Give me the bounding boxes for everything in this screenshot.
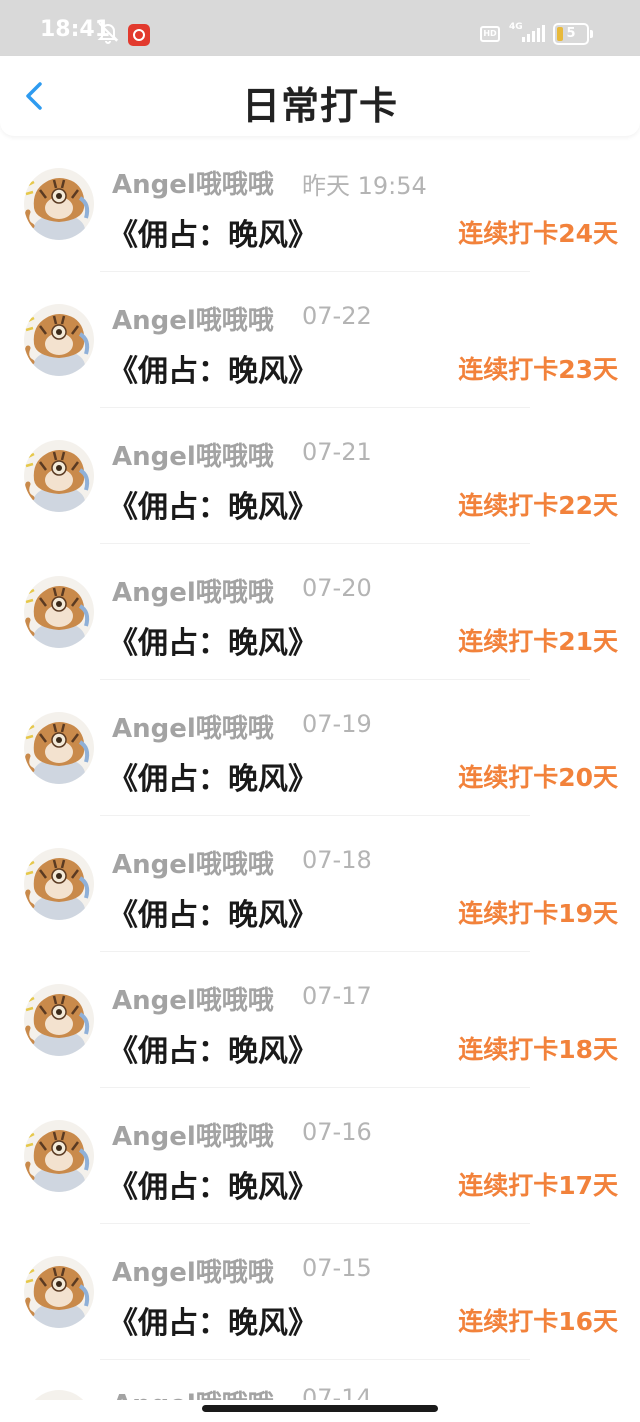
post-date: 07-14 bbox=[302, 1384, 372, 1400]
checkin-title: 《佣占：晚风》 bbox=[108, 1306, 318, 1341]
user-name[interactable]: Angel哦哦哦 bbox=[112, 300, 274, 337]
list-item[interactable]: Angel哦哦哦 07-17 《佣占：晚风》 连续打卡18天 bbox=[0, 952, 640, 1088]
streak-label: 连续打卡19天 bbox=[458, 899, 618, 928]
list-item[interactable]: Angel哦哦哦 07-16 《佣占：晚风》 连续打卡17天 bbox=[0, 1088, 640, 1224]
avatar[interactable] bbox=[24, 712, 94, 784]
post-date: 07-16 bbox=[302, 1118, 372, 1146]
post-date: 07-18 bbox=[302, 846, 372, 874]
avatar[interactable] bbox=[24, 984, 94, 1056]
post-date: 昨天 19:54 bbox=[302, 172, 427, 200]
user-name[interactable]: Angel哦哦哦 bbox=[112, 436, 274, 473]
checkin-title: 《佣占：晚风》 bbox=[108, 898, 318, 933]
list-item[interactable]: Angel哦哦哦 07-18 《佣占：晚风》 连续打卡19天 bbox=[0, 816, 640, 952]
user-name[interactable]: Angel哦哦哦 bbox=[112, 1252, 274, 1289]
user-name[interactable]: Angel哦哦哦 bbox=[112, 1116, 274, 1153]
list-item[interactable]: Angel哦哦哦 07-22 《佣占：晚风》 连续打卡23天 bbox=[0, 272, 640, 408]
user-name[interactable]: Angel哦哦哦 bbox=[112, 708, 274, 745]
post-date: 07-15 bbox=[302, 1254, 372, 1282]
avatar[interactable] bbox=[24, 304, 94, 376]
list-item[interactable]: Angel哦哦哦 07-19 《佣占：晚风》 连续打卡20天 bbox=[0, 680, 640, 816]
avatar[interactable] bbox=[24, 1256, 94, 1328]
avatar[interactable] bbox=[24, 440, 94, 512]
avatar[interactable] bbox=[24, 1390, 94, 1400]
battery-percent: 5 bbox=[566, 26, 576, 41]
checkin-list: Angel哦哦哦 昨天 19:54 《佣占：晚风》 连续打卡24天 Angel哦哦哦 0… bbox=[0, 136, 640, 1360]
list-item-partial[interactable]: Angel哦哦哦 07-14 bbox=[0, 1360, 640, 1400]
battery-tip bbox=[590, 30, 593, 38]
user-name[interactable]: Angel哦哦哦 bbox=[112, 164, 274, 201]
streak-label: 连续打卡16天 bbox=[458, 1307, 618, 1336]
post-date: 07-20 bbox=[302, 574, 372, 602]
user-name[interactable]: Angel哦哦哦 bbox=[112, 572, 274, 609]
avatar[interactable] bbox=[24, 848, 94, 920]
streak-label: 连续打卡18天 bbox=[458, 1035, 618, 1064]
checkin-title: 《佣占：晚风》 bbox=[108, 762, 318, 797]
list-item[interactable]: Angel哦哦哦 07-15 《佣占：晚风》 连续打卡16天 bbox=[0, 1224, 640, 1360]
streak-label: 连续打卡24天 bbox=[458, 219, 618, 248]
page-title: 日常打卡 bbox=[241, 84, 398, 128]
checkin-title: 《佣占：晚风》 bbox=[108, 1170, 318, 1205]
post-date: 07-17 bbox=[302, 982, 372, 1010]
user-name[interactable]: Angel哦哦哦 bbox=[112, 1384, 274, 1400]
streak-label: 连续打卡17天 bbox=[458, 1171, 618, 1200]
netease-music-icon bbox=[128, 24, 150, 46]
battery-icon: 5 bbox=[553, 23, 589, 45]
top-header: 日常打卡 bbox=[0, 56, 640, 136]
checkin-title: 《佣占：晚风》 bbox=[108, 490, 318, 525]
post-date: 07-19 bbox=[302, 710, 372, 738]
hd-icon: HD bbox=[480, 26, 500, 42]
list-item[interactable]: Angel哦哦哦 07-21 《佣占：晚风》 连续打卡22天 bbox=[0, 408, 640, 544]
home-indicator[interactable] bbox=[202, 1405, 438, 1412]
checkin-title: 《佣占：晚风》 bbox=[108, 218, 318, 253]
network-type-label: 4G bbox=[509, 22, 523, 32]
streak-label: 连续打卡22天 bbox=[458, 491, 618, 520]
streak-label: 连续打卡23天 bbox=[458, 355, 618, 384]
signal-icon bbox=[522, 24, 546, 48]
list-item[interactable]: Angel哦哦哦 昨天 19:54 《佣占：晚风》 连续打卡24天 bbox=[0, 136, 640, 272]
status-bar: 18:41 HD 4G 5 bbox=[0, 0, 640, 56]
bell-muted-icon bbox=[96, 20, 120, 48]
avatar[interactable] bbox=[24, 1120, 94, 1192]
user-name[interactable]: Angel哦哦哦 bbox=[112, 844, 274, 881]
streak-label: 连续打卡20天 bbox=[458, 763, 618, 792]
post-date: 07-21 bbox=[302, 438, 372, 466]
avatar[interactable] bbox=[24, 576, 94, 648]
user-name[interactable]: Angel哦哦哦 bbox=[112, 980, 274, 1017]
list-item[interactable]: Angel哦哦哦 07-20 《佣占：晚风》 连续打卡21天 bbox=[0, 544, 640, 680]
checkin-title: 《佣占：晚风》 bbox=[108, 626, 318, 661]
checkin-title: 《佣占：晚风》 bbox=[108, 1034, 318, 1069]
checkin-title: 《佣占：晚风》 bbox=[108, 354, 318, 389]
streak-label: 连续打卡21天 bbox=[458, 627, 618, 656]
avatar[interactable] bbox=[24, 168, 94, 240]
post-date: 07-22 bbox=[302, 302, 372, 330]
